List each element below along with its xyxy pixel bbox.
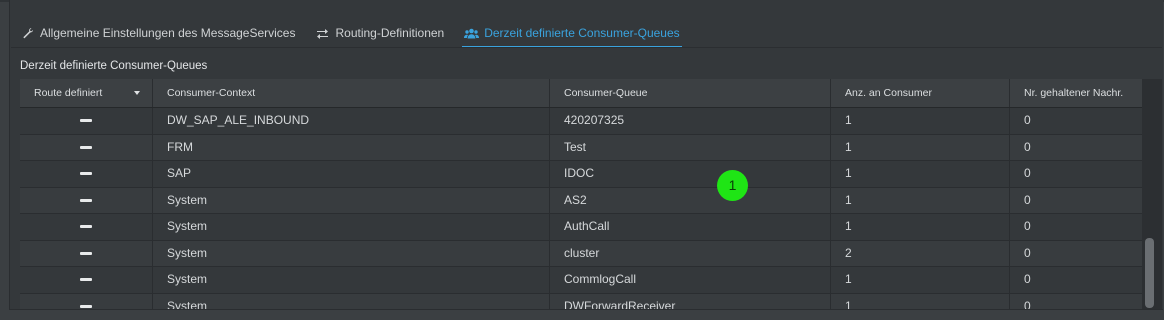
tab-label: Derzeit definierte Consumer-Queues [484, 26, 680, 40]
wrench-icon [20, 27, 35, 39]
cell-consumer-context: FRM [153, 134, 550, 160]
cell-held-messages: 0 [1024, 272, 1031, 286]
cell-held-messages: 0 [1024, 298, 1031, 310]
cell-consumer-queue: AS2 [550, 187, 831, 213]
users-icon [464, 27, 480, 39]
column-header-route[interactable]: Route definiert [20, 79, 153, 107]
column-header-context[interactable]: Consumer-Context [153, 79, 550, 107]
table-row[interactable]: System CommlogCall 1 0 [20, 267, 1142, 294]
cell-held-messages: 0 [1024, 113, 1031, 127]
dash-icon [80, 251, 92, 255]
tab-bar: Allgemeine Einstellungen des MessageServ… [20, 20, 702, 48]
table-row[interactable]: System DWForwardReceiver 1 0 [20, 293, 1142, 310]
cell-consumer-context: System [153, 214, 550, 240]
table-row[interactable]: FRM Test 1 0 [20, 134, 1142, 161]
dash-icon [80, 304, 92, 308]
table-row[interactable]: SAP IDOC 1 0 [20, 161, 1142, 188]
cell-held-messages: 0 [1024, 245, 1031, 260]
cell-consumer-count: 1 [831, 161, 1010, 187]
tab-consumer-queues[interactable]: Derzeit definierte Consumer-Queues [462, 20, 682, 48]
cell-held-messages: 0 [1024, 219, 1031, 233]
cell-consumer-count: 1 [831, 214, 1010, 240]
column-header-consumers[interactable]: Anz. an Consumer [831, 79, 1010, 107]
tabs-divider [11, 47, 1162, 48]
cell-consumer-count: 1 [831, 187, 1010, 213]
exchange-arrows-icon [315, 27, 330, 39]
cell-route-defined [20, 161, 153, 187]
cell-route-defined [20, 293, 153, 309]
tab-general-settings[interactable]: Allgemeine Einstellungen des MessageServ… [20, 20, 295, 46]
dash-icon [80, 278, 92, 281]
cell-consumer-context: System [153, 187, 550, 213]
consumer-queue-table: Route definiert Consumer-Context Consume… [20, 79, 1142, 309]
annotation-marker: 1 [717, 170, 748, 201]
dash-icon [80, 145, 92, 149]
cell-route-defined [20, 267, 153, 293]
cell-consumer-queue: cluster [550, 240, 831, 266]
cell-route-defined [20, 214, 153, 240]
cell-held-messages: 0 [1024, 139, 1031, 154]
table-header: Route definiert Consumer-Context Consume… [20, 79, 1142, 108]
cell-consumer-queue: IDOC [550, 161, 831, 187]
cell-consumer-count: 1 [831, 108, 1010, 134]
tab-label: Allgemeine Einstellungen des MessageServ… [40, 26, 296, 40]
cell-route-defined [20, 240, 153, 266]
cell-consumer-queue: CommlogCall [550, 267, 831, 293]
dash-icon [80, 198, 92, 202]
tab-routing-definitions[interactable]: Routing-Definitionen [315, 20, 444, 46]
table-row[interactable]: DW_SAP_ALE_INBOUND 420207325 1 0 [20, 108, 1142, 135]
column-header-held-messages[interactable]: Nr. gehaltener Nachr. [1010, 79, 1142, 107]
cell-consumer-context: System [153, 293, 550, 309]
section-title: Derzeit definierte Consumer-Queues [20, 60, 208, 72]
cell-consumer-queue: 420207325 [550, 108, 831, 134]
cell-route-defined [20, 134, 153, 160]
cell-route-defined [20, 187, 153, 213]
dash-icon [80, 172, 92, 175]
cell-consumer-context: System [153, 267, 550, 293]
cell-route-defined [20, 108, 153, 134]
sort-caret-icon[interactable] [134, 91, 140, 95]
cell-consumer-context: SAP [153, 161, 550, 187]
cell-consumer-queue: AuthCall [550, 214, 831, 240]
cell-consumer-queue: Test [550, 134, 831, 160]
cell-consumer-context: DW_SAP_ALE_INBOUND [153, 108, 550, 134]
cell-consumer-queue: DWForwardReceiver [550, 293, 831, 309]
table-row[interactable]: System AuthCall 1 0 [20, 214, 1142, 241]
scrollbar-thumb[interactable] [1145, 238, 1154, 308]
cell-held-messages: 0 [1024, 166, 1031, 180]
cell-held-messages: 0 [1024, 192, 1031, 207]
table-row[interactable]: System AS2 1 0 [20, 187, 1142, 214]
cell-consumer-count: 1 [831, 293, 1010, 309]
column-header-queue[interactable]: Consumer-Queue [550, 79, 831, 107]
table-row[interactable]: System cluster 2 0 [20, 240, 1142, 267]
cell-consumer-count: 1 [831, 267, 1010, 293]
table-body: DW_SAP_ALE_INBOUND 420207325 1 0 FRM Test 1 0 SA… [20, 108, 1142, 309]
tab-label: Routing-Definitionen [335, 26, 445, 40]
cell-consumer-context: System [153, 240, 550, 266]
cell-consumer-count: 1 [831, 134, 1010, 160]
dash-icon [80, 225, 92, 228]
dash-icon [80, 119, 92, 122]
cell-consumer-count: 2 [831, 240, 1010, 266]
